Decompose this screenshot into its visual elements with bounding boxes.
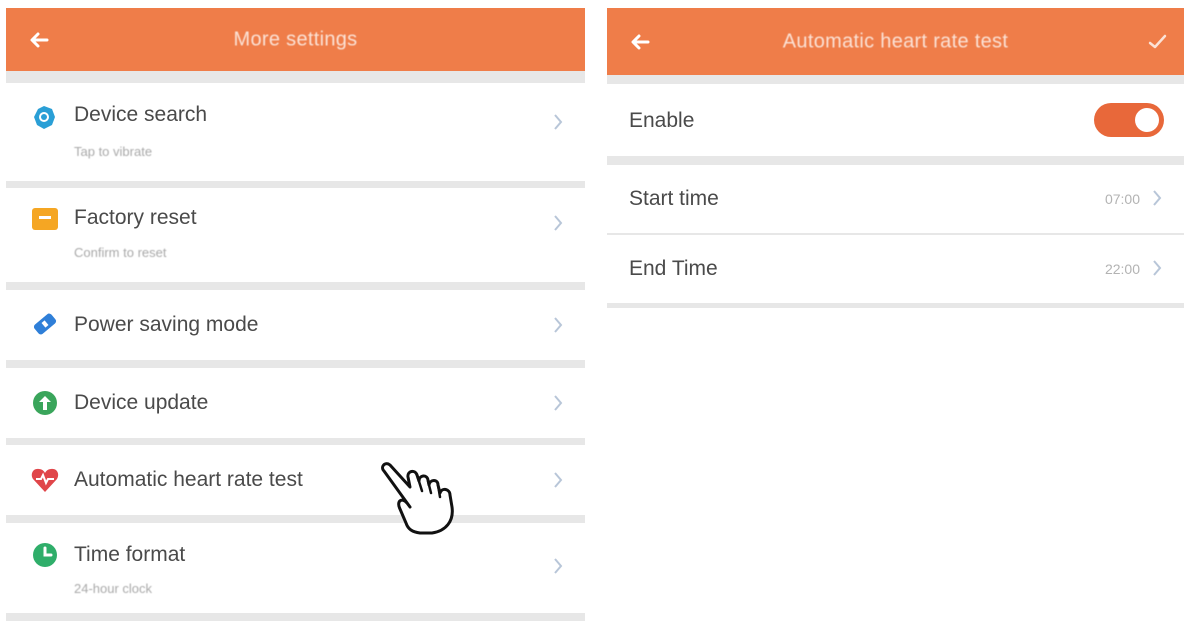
heart-rate-icon	[31, 468, 59, 492]
heart-rate-test-screen: Automatic heart rate test Enable Start t…	[607, 8, 1184, 308]
more-settings-screen: More settings Device search Tap to vibra…	[6, 8, 585, 621]
chevron-right-icon	[554, 114, 563, 130]
factory-reset-icon	[32, 208, 58, 230]
chevron-right-icon	[1153, 260, 1162, 276]
enable-row: Enable	[607, 84, 1184, 156]
item-label: Device update	[74, 391, 209, 414]
toggle-knob	[1135, 108, 1159, 132]
checkmark-icon[interactable]	[1146, 31, 1168, 53]
settings-item-time-format[interactable]: Time format 24-hour clock	[6, 523, 585, 613]
start-time-row[interactable]: Start time 07:00	[607, 165, 1184, 233]
page-title: More settings	[233, 28, 358, 50]
end-time-value: 22:00	[1104, 261, 1140, 277]
device-update-icon	[33, 391, 57, 415]
start-time-label: Start time	[629, 187, 719, 210]
settings-item-power-saving[interactable]: Power saving mode	[6, 290, 585, 360]
time-format-icon	[33, 543, 57, 567]
item-label: Automatic heart rate test	[74, 468, 303, 491]
chevron-right-icon	[554, 558, 563, 574]
item-sublabel: Confirm to reset	[74, 245, 167, 260]
header-bar: More settings	[6, 8, 585, 71]
start-time-value: 07:00	[1104, 191, 1140, 207]
settings-item-factory-reset[interactable]: Factory reset Confirm to reset	[6, 188, 585, 282]
page-title: Automatic heart rate test	[782, 30, 1009, 52]
end-time-row[interactable]: End Time 22:00	[607, 235, 1184, 303]
chevron-right-icon	[554, 215, 563, 231]
header-bar: Automatic heart rate test	[607, 8, 1184, 75]
item-label: Factory reset	[74, 206, 197, 229]
settings-item-device-update[interactable]: Device update	[6, 368, 585, 438]
settings-item-heart-rate-test[interactable]: Automatic heart rate test	[6, 445, 585, 515]
chevron-right-icon	[554, 472, 563, 488]
enable-label: Enable	[629, 109, 695, 132]
chevron-right-icon	[554, 395, 563, 411]
item-sublabel: Tap to vibrate	[74, 144, 153, 159]
device-search-icon	[34, 106, 55, 129]
chevron-right-icon	[1153, 190, 1162, 206]
chevron-right-icon	[554, 317, 563, 333]
item-label: Power saving mode	[74, 313, 259, 336]
item-label: Time format	[74, 543, 186, 566]
item-sublabel: 24-hour clock	[74, 581, 153, 596]
end-time-label: End Time	[629, 257, 718, 280]
power-saving-icon	[33, 313, 57, 335]
settings-item-device-search[interactable]: Device search Tap to vibrate	[6, 83, 585, 181]
item-label: Device search	[74, 103, 208, 126]
pointing-hand-icon	[381, 462, 454, 535]
enable-toggle[interactable]	[1094, 103, 1164, 137]
